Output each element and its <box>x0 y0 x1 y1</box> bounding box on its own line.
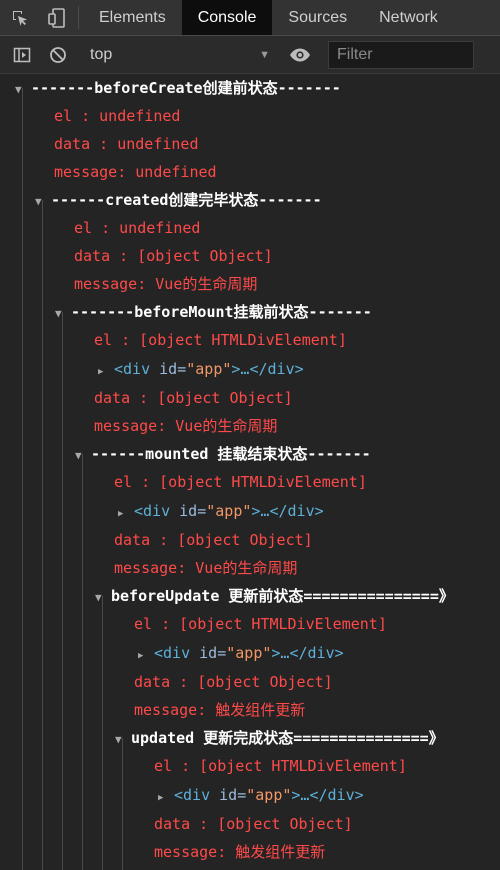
devtools-tabbar: Elements Console Sources Network <box>0 0 500 36</box>
dom-node-preview[interactable]: ▶ <div id="app">…</div> <box>0 639 500 667</box>
filter-input[interactable] <box>328 40 474 69</box>
tabbar-divider <box>78 6 79 29</box>
expand-triangle-icon[interactable]: ▼ <box>55 300 71 328</box>
expand-triangle-icon[interactable]: ▼ <box>15 76 31 104</box>
expand-node-triangle-icon[interactable]: ▶ <box>98 358 114 386</box>
log-line: data : [object Object] <box>74 247 273 265</box>
log-line: message: Vue的生命周期 <box>114 559 298 577</box>
expand-triangle-icon[interactable]: ▼ <box>95 584 111 612</box>
log-line: el : [object HTMLDivElement] <box>114 473 367 491</box>
console-group-header[interactable]: ▼ -------beforeCreate创建前状态------- <box>0 74 500 102</box>
dropdown-arrow-icon: ▼ <box>259 48 270 61</box>
log-line: el : [object HTMLDivElement] <box>154 757 407 775</box>
group-title: -------beforeMount挂载前状态------- <box>71 303 372 321</box>
tab-sources[interactable]: Sources <box>272 0 363 35</box>
log-line: message: 触发组件更新 <box>154 843 326 861</box>
console-group-header[interactable]: ▼ updated 更新完成状态===============》 <box>0 724 500 752</box>
log-line: data : [object Object] <box>134 673 333 691</box>
group-title: -------beforeCreate创建前状态------- <box>31 79 341 97</box>
expand-triangle-icon[interactable]: ▼ <box>35 188 51 216</box>
expand-node-triangle-icon[interactable]: ▶ <box>158 784 174 812</box>
show-sidebar-icon[interactable] <box>8 41 36 69</box>
group-title: ------mounted 挂载结束状态------- <box>91 445 371 463</box>
group-title: beforeUpdate 更新前状态===============》 <box>111 587 454 605</box>
expand-triangle-icon[interactable]: ▼ <box>115 726 131 754</box>
group-title: updated 更新完成状态===============》 <box>131 729 444 747</box>
group-title: ------created创建完毕状态------- <box>51 191 322 209</box>
log-line: data : [object Object] <box>94 389 293 407</box>
context-selector[interactable]: top ▼ <box>90 46 280 64</box>
tab-network[interactable]: Network <box>363 0 454 35</box>
log-line: el : [object HTMLDivElement] <box>94 331 347 349</box>
log-line: el : [object HTMLDivElement] <box>134 615 387 633</box>
clear-console-icon[interactable] <box>44 41 72 69</box>
tab-console[interactable]: Console <box>181 0 273 35</box>
log-line: data : [object Object] <box>154 815 353 833</box>
dom-node-preview[interactable]: ▶ <div id="app">…</div> <box>0 497 500 525</box>
context-selector-value: top <box>90 45 113 63</box>
expand-node-triangle-icon[interactable]: ▶ <box>138 642 154 670</box>
log-line: message: undefined <box>54 163 217 181</box>
dom-node-preview[interactable]: ▶ <div id="app">…</div> <box>0 355 500 383</box>
log-line: el : undefined <box>74 219 201 237</box>
tab-elements[interactable]: Elements <box>83 0 182 35</box>
console-group-header[interactable]: ▼ -------beforeMount挂载前状态------- <box>0 298 500 326</box>
dom-node-preview[interactable]: ▶ <div id="app">…</div> <box>0 781 500 809</box>
console-group-header[interactable]: ▼ beforeUpdate 更新前状态===============》 <box>0 582 500 610</box>
log-line: el : undefined <box>54 107 181 125</box>
console-output: ▼ -------beforeCreate创建前状态------- el : un… <box>0 74 500 870</box>
device-toolbar-icon[interactable] <box>40 0 74 35</box>
log-line: data : undefined <box>54 135 199 153</box>
console-group-header[interactable]: ▼ ------created创建完毕状态------- <box>0 186 500 214</box>
inspect-element-icon[interactable] <box>0 0 40 35</box>
expand-triangle-icon[interactable]: ▼ <box>75 442 91 470</box>
expand-node-triangle-icon[interactable]: ▶ <box>118 500 134 528</box>
console-toolbar: top ▼ <box>0 36 500 74</box>
log-line: data : [object Object] <box>114 531 313 549</box>
log-line: message: 触发组件更新 <box>134 701 306 719</box>
log-line: message: Vue的生命周期 <box>94 417 278 435</box>
log-line: message: Vue的生命周期 <box>74 275 258 293</box>
console-group-header[interactable]: ▼ ------mounted 挂载结束状态------- <box>0 440 500 468</box>
live-expression-eye-icon[interactable] <box>286 41 314 69</box>
